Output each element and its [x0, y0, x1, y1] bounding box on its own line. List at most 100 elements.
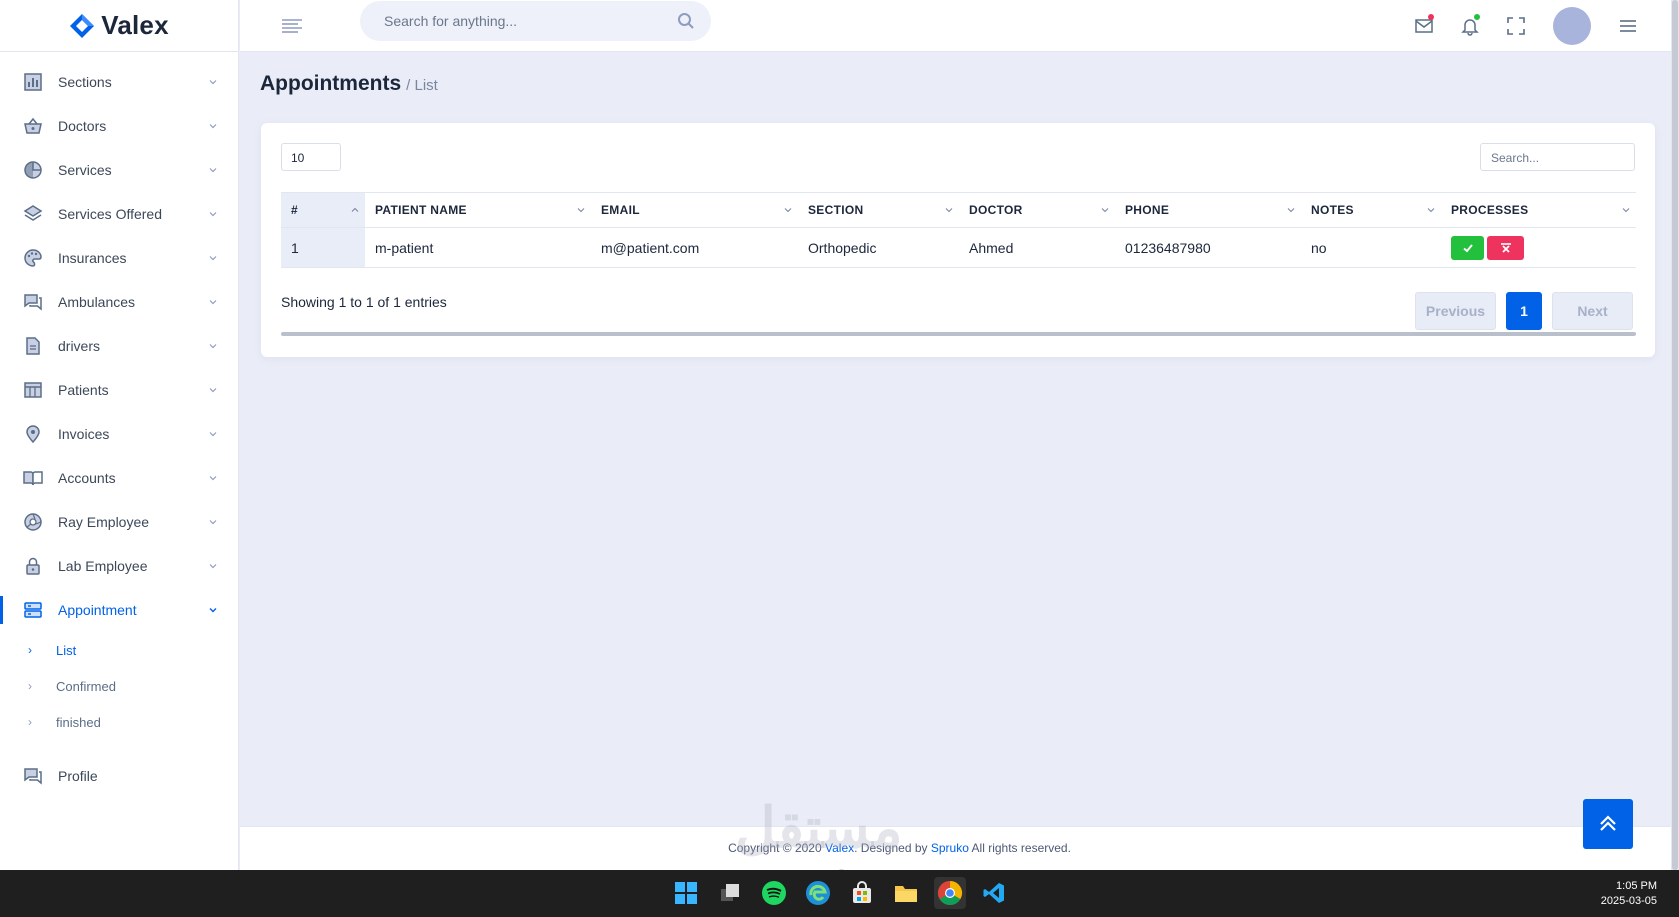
next-page-button[interactable]: Next [1552, 292, 1633, 330]
column-header-index[interactable]: # [281, 192, 365, 228]
top-header: Search for anything... [240, 0, 1679, 52]
book-icon [22, 467, 44, 489]
sort-icon [1101, 208, 1109, 213]
header-actions [1401, 0, 1651, 52]
sort-icon [945, 208, 953, 213]
cell-section: Orthopedic [798, 227, 959, 268]
sidebar-item-patients[interactable]: Patients [0, 368, 238, 412]
sidebar-item-lab-employee[interactable]: Lab Employee [0, 544, 238, 588]
sidebar-item-sections[interactable]: Sections [0, 60, 238, 104]
palette-icon [22, 247, 44, 269]
column-label: SECTION [808, 203, 864, 217]
column-header-patient-name[interactable]: PATIENT NAME [365, 192, 591, 228]
start-button[interactable] [670, 877, 702, 909]
column-header-email[interactable]: EMAIL [591, 192, 798, 228]
page-1-button[interactable]: 1 [1506, 292, 1542, 330]
sidebar-item-appointment[interactable]: Appointment [0, 588, 238, 632]
location-pin-icon [22, 423, 44, 445]
column-label: # [291, 203, 298, 217]
sidebar-item-insurances[interactable]: Insurances [0, 236, 238, 280]
column-label: NOTES [1311, 203, 1354, 217]
file-explorer-app[interactable] [890, 877, 922, 909]
chevron-right-icon: › [28, 715, 32, 729]
appointments-card: 10 Search... # PATIENT NAME EMAIL SECTIO… [261, 123, 1655, 357]
chevron-down-icon [209, 608, 217, 613]
check-icon [1462, 243, 1473, 252]
chevron-down-icon [209, 256, 217, 261]
sidebar-item-invoices[interactable]: Invoices [0, 412, 238, 456]
column-header-phone[interactable]: PHONE [1115, 192, 1301, 228]
user-avatar[interactable] [1553, 7, 1591, 45]
footer-designer-link[interactable]: Spruko [931, 841, 969, 855]
back-to-top-button[interactable] [1583, 799, 1633, 849]
logo[interactable]: Valex [0, 0, 238, 52]
fullscreen-button[interactable] [1493, 6, 1539, 46]
sidebar-item-label: drivers [58, 338, 101, 354]
valex-logo-icon [70, 13, 95, 38]
document-icon [22, 335, 44, 357]
sidebar: Valex Sections Doctors Services Services… [0, 0, 239, 870]
table-row: 1 m-patient m@patient.com Orthopedic Ahm… [281, 227, 1636, 268]
sort-icon [1427, 208, 1435, 213]
chevron-down-icon [209, 212, 217, 217]
vscode-app[interactable] [978, 877, 1010, 909]
previous-page-button[interactable]: Previous [1415, 292, 1496, 330]
sidebar-item-services-offered[interactable]: Services Offered [0, 192, 238, 236]
chrome-icon [937, 881, 963, 906]
edge-app[interactable] [802, 877, 834, 909]
page-length-select[interactable]: 10 [281, 143, 341, 171]
chrome-app[interactable] [934, 877, 966, 909]
windows-icon [675, 882, 697, 904]
chevron-down-icon [209, 476, 217, 481]
notifications-button[interactable] [1447, 6, 1493, 46]
column-header-section[interactable]: SECTION [798, 192, 959, 228]
basket-icon [22, 115, 44, 137]
sidebar-item-drivers[interactable]: drivers [0, 324, 238, 368]
clock-date: 2025-03-05 [1600, 895, 1657, 907]
unread-dot [1428, 14, 1434, 20]
vscode-icon [983, 883, 1004, 903]
menu-toggle-icon[interactable] [280, 14, 304, 38]
sidebar-item-doctors[interactable]: Doctors [0, 104, 238, 148]
task-view-button[interactable] [714, 877, 746, 909]
global-search-input[interactable]: Search for anything... [360, 1, 711, 41]
search-icon[interactable] [677, 12, 695, 30]
server-icon [22, 599, 44, 621]
sidebar-item-services[interactable]: Services [0, 148, 238, 192]
sidebar-item-profile[interactable]: Profile [0, 754, 238, 798]
chevron-down-icon [209, 432, 217, 437]
table-search-input[interactable]: Search... [1480, 143, 1635, 171]
store-app[interactable] [846, 877, 878, 909]
pagination: Previous 1 Next [1415, 292, 1633, 330]
spotify-icon [762, 881, 786, 905]
sidebar-item-accounts[interactable]: Accounts [0, 456, 238, 500]
sidebar-item-label: Sections [58, 74, 112, 90]
column-header-doctor[interactable]: DOCTOR [959, 192, 1115, 228]
folder-icon [895, 886, 917, 902]
cell-email: m@patient.com [591, 227, 798, 268]
sidebar-item-ray-employee[interactable]: Ray Employee [0, 500, 238, 544]
sidebar-item-ambulances[interactable]: Ambulances [0, 280, 238, 324]
mail-button[interactable] [1401, 6, 1447, 46]
brand-name: Valex [101, 10, 169, 40]
submenu-item-confirmed[interactable]: › Confirmed [28, 668, 238, 704]
spotify-app[interactable] [758, 877, 790, 909]
clock-time: 1:05 PM [1616, 880, 1657, 892]
delete-button[interactable] [1487, 235, 1524, 260]
approve-button[interactable] [1451, 235, 1484, 260]
double-chevron-up-icon [1600, 815, 1616, 831]
chevron-down-icon [209, 564, 217, 569]
table-horizontal-scrollbar[interactable] [281, 332, 1636, 336]
column-header-notes[interactable]: NOTES [1301, 192, 1441, 228]
layers-icon [22, 203, 44, 225]
pie-chart-icon [22, 159, 44, 181]
page-vertical-scrollbar[interactable] [1671, 0, 1679, 870]
hamburger-icon [1620, 20, 1636, 32]
lock-icon [22, 555, 44, 577]
column-header-processes[interactable]: PROCESSES [1441, 192, 1636, 228]
submenu-item-list[interactable]: › List [28, 632, 238, 668]
sidebar-right-toggle[interactable] [1605, 6, 1651, 46]
submenu-item-finished[interactable]: › finished [28, 704, 238, 740]
notification-dot [1474, 14, 1480, 20]
system-clock[interactable]: 1:05 PM 2025-03-05 [1601, 879, 1657, 909]
